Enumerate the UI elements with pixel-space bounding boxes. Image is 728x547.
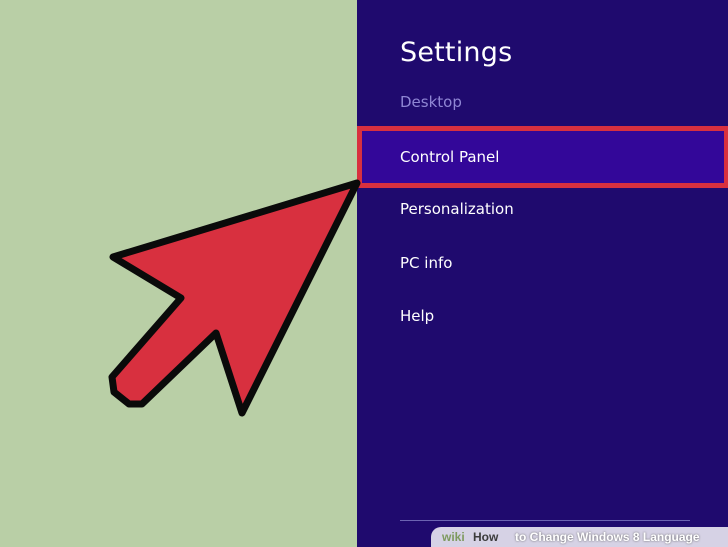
menu-item-help[interactable]: Help bbox=[357, 295, 728, 339]
watermark-brand: wiki bbox=[442, 530, 465, 544]
panel-subtitle: Desktop bbox=[400, 93, 462, 111]
settings-charm-panel: Settings Desktop Control Panel Personali… bbox=[357, 0, 728, 547]
divider-line bbox=[400, 520, 690, 521]
menu-item-label: Help bbox=[400, 307, 435, 325]
menu-item-label: PC info bbox=[400, 254, 453, 272]
menu-item-personalization[interactable]: Personalization bbox=[357, 188, 728, 232]
watermark-how: How bbox=[473, 530, 499, 544]
menu-item-label: Control Panel bbox=[400, 148, 500, 166]
menu-item-control-panel[interactable]: Control Panel bbox=[357, 126, 728, 188]
menu-item-label: Personalization bbox=[400, 200, 514, 218]
panel-title: Settings bbox=[400, 37, 513, 68]
menu-item-pc-info[interactable]: PC info bbox=[357, 242, 728, 286]
wikihow-watermark: wiki How to Change Windows 8 Language bbox=[431, 527, 728, 547]
desktop-background bbox=[0, 0, 357, 547]
watermark-title: to Change Windows 8 Language bbox=[515, 530, 700, 544]
